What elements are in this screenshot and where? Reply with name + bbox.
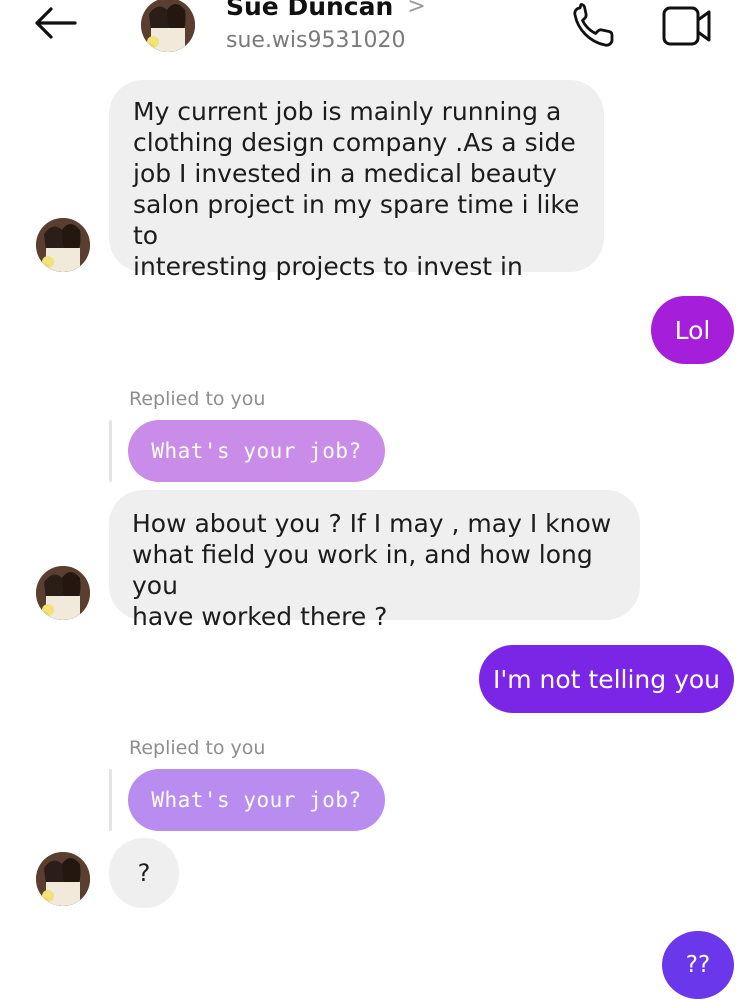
message-line: How about you ? If I may , may I know xyxy=(132,509,612,538)
contact-name[interactable]: Sue Duncan > xyxy=(226,0,426,21)
back-button[interactable] xyxy=(28,2,82,48)
quoted-message[interactable]: What's your job? xyxy=(128,769,385,831)
message-line: clothing design company .As a side xyxy=(133,128,576,157)
message-line: interesting projects to invest in xyxy=(133,252,523,281)
message-line: salon project in my spare time i like to xyxy=(133,190,580,250)
avatar[interactable] xyxy=(141,0,195,52)
arrow-left-icon xyxy=(31,5,79,45)
contact-name-text: Sue Duncan xyxy=(226,0,394,21)
incoming-message[interactable]: ? xyxy=(109,838,179,908)
reply-indicator-bar xyxy=(109,420,112,482)
chevron-right-icon: > xyxy=(407,0,426,19)
outgoing-message[interactable]: I'm not telling you xyxy=(479,645,734,713)
call-button[interactable] xyxy=(568,2,620,50)
contact-username: sue.wis9531020 xyxy=(226,28,406,53)
video-call-button[interactable] xyxy=(660,2,714,50)
incoming-message[interactable]: How about you ? If I may , may I know wh… xyxy=(109,490,640,631)
avatar[interactable] xyxy=(36,566,90,620)
replied-label: Replied to you xyxy=(129,388,266,410)
reply-indicator-bar xyxy=(109,769,112,831)
quoted-message[interactable]: What's your job? xyxy=(128,420,385,482)
message-line: have worked there ? xyxy=(132,602,388,631)
message-line: job I invested in a medical beauty xyxy=(133,159,557,188)
message-line: what field you work in, and how long you xyxy=(132,540,593,600)
message-line: My current job is mainly running a xyxy=(133,97,562,126)
avatar[interactable] xyxy=(36,218,90,272)
replied-label: Replied to you xyxy=(129,737,266,759)
outgoing-message[interactable]: ?? xyxy=(662,931,734,999)
incoming-message[interactable]: My current job is mainly running a cloth… xyxy=(109,80,604,281)
phone-icon xyxy=(568,3,620,54)
avatar[interactable] xyxy=(36,852,90,906)
video-camera-icon xyxy=(660,6,714,54)
outgoing-message[interactable]: Lol xyxy=(651,296,734,364)
